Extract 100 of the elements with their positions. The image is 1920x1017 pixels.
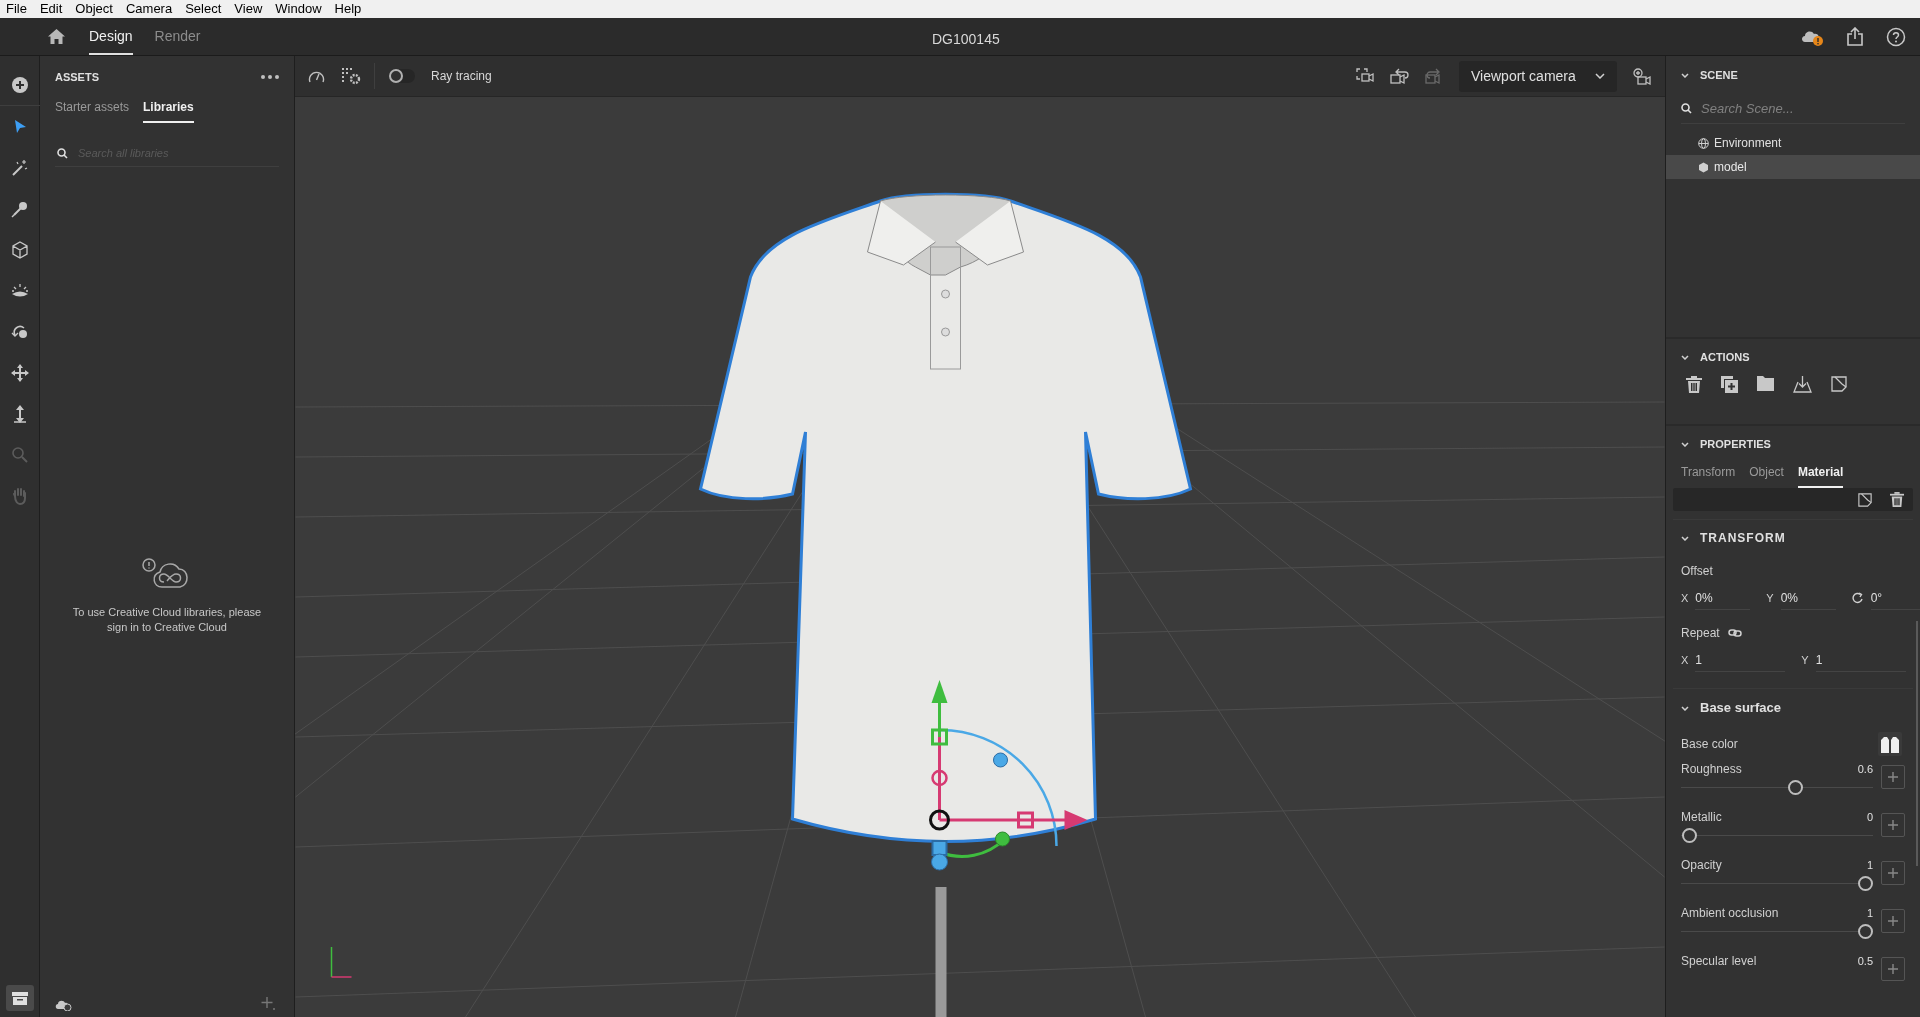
- more-icon[interactable]: [261, 75, 279, 79]
- slider-label: Opacity: [1681, 857, 1722, 874]
- panel-tab[interactable]: Libraries: [143, 98, 194, 123]
- add-icon: [1888, 820, 1898, 830]
- slider-value: 0: [1866, 809, 1873, 825]
- add-icon[interactable]: [10, 75, 29, 94]
- slider-value: 0.5: [1857, 953, 1873, 969]
- menu-item[interactable]: Object: [75, 0, 113, 19]
- axis-indicator-icon: [330, 946, 353, 978]
- add-icon: [1888, 868, 1898, 878]
- slider-value: 1: [1866, 857, 1873, 873]
- chevron-down-icon[interactable]: [1681, 535, 1689, 541]
- value-field[interactable]: 1: [1815, 648, 1906, 672]
- decal-icon[interactable]: [1831, 376, 1847, 392]
- slider-label: Ambient occlusion: [1681, 905, 1779, 922]
- folder-icon[interactable]: [1757, 376, 1774, 391]
- slider-value: 0.6: [1857, 761, 1873, 777]
- move-icon[interactable]: [10, 363, 29, 382]
- chevron-down-icon: [1595, 73, 1605, 79]
- grid-settings-icon[interactable]: [342, 67, 361, 85]
- ray-tracing-toggle[interactable]: [389, 69, 415, 83]
- decal-icon[interactable]: [1858, 492, 1872, 507]
- add-keyframe-button[interactable]: [1881, 957, 1905, 981]
- add-icon: [1888, 772, 1898, 782]
- rotate-icon: [1851, 592, 1864, 604]
- scrollbar-thumb[interactable]: [1916, 621, 1918, 866]
- panel-tab[interactable]: Object: [1749, 463, 1784, 488]
- slider-label: Specular level: [1681, 953, 1757, 970]
- slider-value: 1: [1866, 905, 1873, 921]
- field-label: Base color: [1681, 736, 1738, 753]
- help-icon[interactable]: [1886, 26, 1906, 47]
- section-title: ACTIONS: [1700, 350, 1750, 366]
- panel-title: ASSETS: [55, 69, 99, 85]
- value-field[interactable]: 0°: [1870, 586, 1920, 610]
- search-icon: [1681, 103, 1692, 114]
- field-label: Repeat: [1681, 625, 1720, 642]
- globe-icon: [1698, 137, 1709, 149]
- gauge-icon[interactable]: [308, 69, 325, 83]
- menu-item[interactable]: Edit: [39, 0, 63, 19]
- sign-in-message: To use Creative Cloud libraries, please sign in to Creative Cloud: [71, 605, 263, 635]
- menu-item[interactable]: Select: [185, 0, 222, 19]
- axis-label: Y: [1801, 652, 1809, 668]
- eyedropper-icon[interactable]: [10, 199, 29, 218]
- duplicate-icon[interactable]: [1721, 376, 1738, 393]
- add-keyframe-button[interactable]: [1881, 765, 1905, 789]
- slider-label: Roughness: [1681, 761, 1742, 778]
- search-icon: [57, 148, 68, 159]
- chevron-down-icon[interactable]: [1681, 72, 1689, 78]
- magic-wand-icon[interactable]: [10, 158, 29, 177]
- chevron-down-icon[interactable]: [1681, 442, 1689, 447]
- import-icon[interactable]: [1793, 376, 1812, 393]
- camera-undo-icon[interactable]: [1390, 67, 1410, 85]
- panel-tab[interactable]: Starter assets: [55, 98, 130, 123]
- add-icon: [1888, 964, 1898, 974]
- axis-label: X: [1681, 590, 1689, 606]
- slider-thumb[interactable]: [1858, 876, 1873, 891]
- section-title: TRANSFORM: [1700, 530, 1786, 547]
- chevron-down-icon[interactable]: [1681, 705, 1689, 711]
- panel-tab[interactable]: Transform: [1681, 463, 1736, 488]
- menu-item[interactable]: View: [234, 0, 263, 19]
- section-title: PROPERTIES: [1700, 437, 1771, 453]
- value-field[interactable]: 1: [1695, 648, 1786, 672]
- camera-frame-icon[interactable]: [1356, 67, 1375, 85]
- section-title: Base surface: [1700, 699, 1781, 718]
- menu-item[interactable]: Help: [334, 0, 362, 19]
- mode-tab[interactable]: Render: [154, 18, 201, 55]
- scene-item[interactable]: model: [1666, 155, 1920, 179]
- slider-thumb[interactable]: [1682, 828, 1697, 843]
- panel-toggle-button[interactable]: [6, 985, 34, 1011]
- add-keyframe-button[interactable]: [1881, 813, 1905, 837]
- texture-thumbnail-icon[interactable]: [1878, 732, 1902, 756]
- home-icon[interactable]: [47, 28, 66, 45]
- cloud-warning-icon[interactable]: [55, 999, 72, 1011]
- menu-item[interactable]: File: [6, 0, 27, 19]
- menu-item[interactable]: Camera: [125, 0, 173, 19]
- scene-item[interactable]: Environment: [1666, 131, 1920, 155]
- add-keyframe-button[interactable]: [1881, 909, 1905, 933]
- camera-dropdown[interactable]: Viewport camera: [1459, 60, 1617, 92]
- delete-icon[interactable]: [1686, 376, 1702, 393]
- slider-label: Metallic: [1681, 809, 1722, 826]
- model-icon: [1698, 161, 1709, 173]
- chevron-down-icon[interactable]: [1681, 355, 1689, 360]
- delete-icon[interactable]: [1890, 492, 1904, 507]
- slider-thumb[interactable]: [1787, 780, 1803, 795]
- menu-item[interactable]: Window: [275, 0, 322, 19]
- scene-search-field[interactable]: Search Scene...: [1701, 98, 1881, 119]
- slider-thumb[interactable]: [1858, 924, 1873, 939]
- toggle-label: Ray tracing: [431, 68, 492, 85]
- link-icon[interactable]: [1727, 629, 1742, 637]
- add-camera-icon[interactable]: [1633, 67, 1652, 85]
- cube-icon[interactable]: [10, 240, 29, 259]
- add-icon: [1888, 916, 1898, 926]
- archive-icon: [12, 991, 28, 1005]
- axis-label: Y: [1766, 590, 1774, 606]
- document-title: DG100145: [932, 30, 1000, 49]
- value-field[interactable]: 0%: [1780, 586, 1836, 610]
- add-keyframe-button[interactable]: [1881, 861, 1905, 885]
- transform-gizmo-drawing[interactable]: [929, 680, 1088, 871]
- value-field[interactable]: 0%: [1695, 586, 1751, 610]
- share-icon[interactable]: [1846, 27, 1864, 46]
